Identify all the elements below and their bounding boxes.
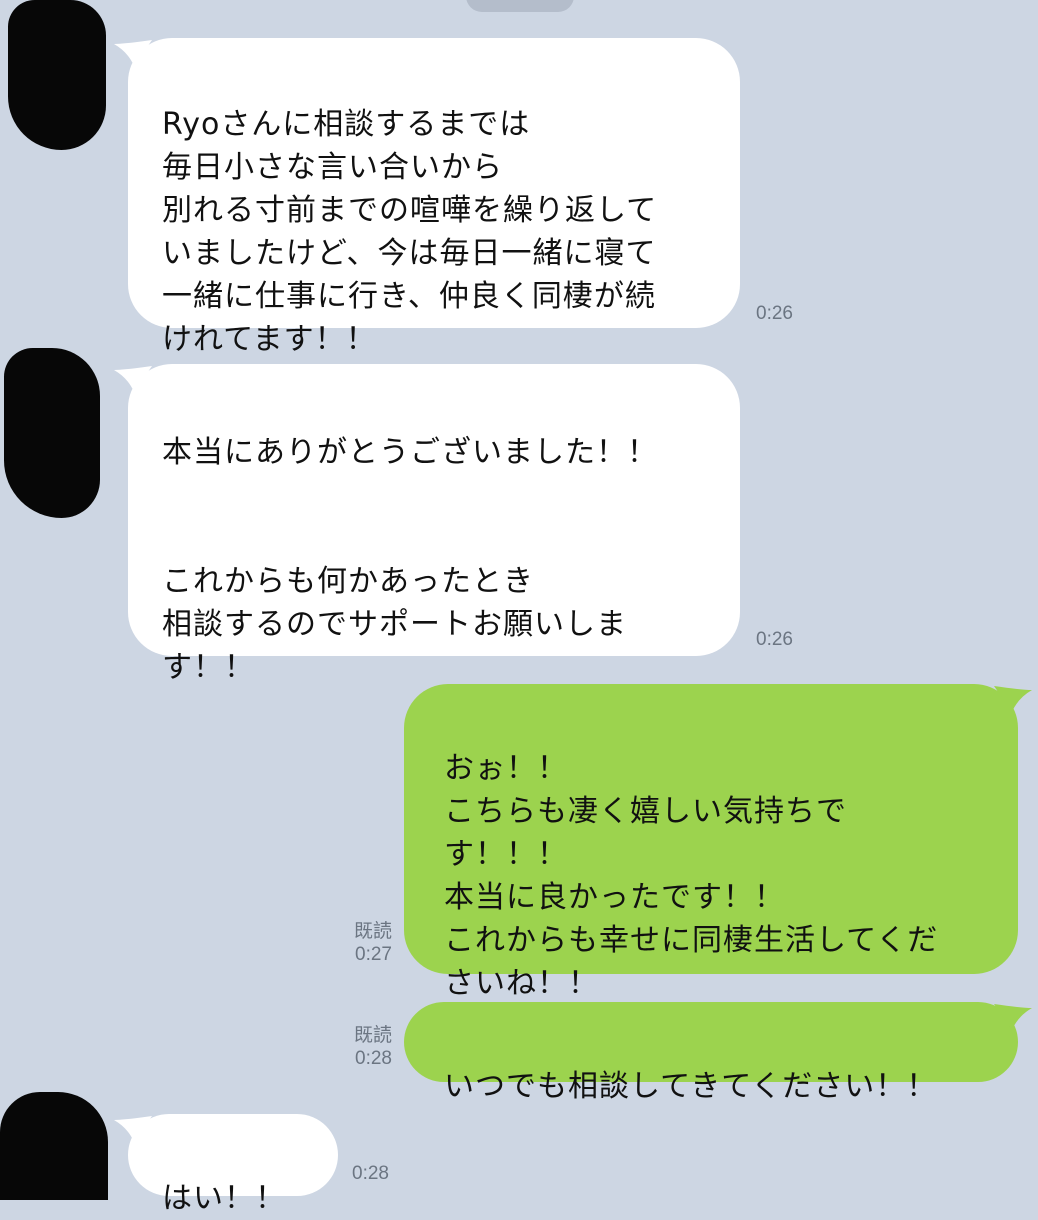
avatar[interactable] (4, 348, 100, 518)
bubble-tail (994, 686, 1032, 712)
message-timestamp: 0:28 (352, 1163, 389, 1184)
message-text: おぉ！！ こちらも凄く嬉しい気持ちで す！！！ 本当に良かったです！！ これから… (444, 751, 939, 1001)
message-text: はい！！ (162, 1181, 286, 1216)
message-bubble-outgoing[interactable]: おぉ！！ こちらも凄く嬉しい気持ちで す！！！ 本当に良かったです！！ これから… (404, 684, 1018, 1001)
message-text: いつでも相談してきてください！！ (444, 1069, 938, 1104)
message-timestamp: 0:26 (756, 303, 793, 324)
message-bubble-outgoing[interactable]: いつでも相談してきてください！！ (404, 1002, 1018, 1104)
message-text: Ryoさんに相談するまでは 毎日小さな言い合いから 別れる寸前までの喧嘩を繰り返… (162, 107, 658, 357)
avatar[interactable] (8, 0, 106, 150)
read-label: 既読 (353, 921, 392, 942)
avatar[interactable] (0, 1092, 108, 1200)
message-timestamp: 0:26 (756, 629, 793, 650)
message-bubble-incoming[interactable]: はい！！ (128, 1114, 338, 1216)
read-receipt: 既読 0:27 (330, 920, 392, 966)
read-receipt: 既読 0:28 (330, 1024, 392, 1070)
message-text: 本当にありがとうございました！！ これからも何かあったとき 相談するのでサポート… (162, 435, 658, 685)
read-label: 既読 (353, 1025, 392, 1046)
date-separator-pill (466, 0, 574, 12)
message-timestamp: 0:27 (355, 944, 392, 965)
message-bubble-incoming[interactable]: 本当にありがとうございました！！ これからも何かあったとき 相談するのでサポート… (128, 364, 740, 685)
message-bubble-incoming[interactable]: Ryoさんに相談するまでは 毎日小さな言い合いから 別れる寸前までの喧嘩を繰り返… (128, 38, 740, 357)
message-timestamp: 0:28 (355, 1048, 392, 1069)
bubble-tail (994, 1004, 1032, 1030)
